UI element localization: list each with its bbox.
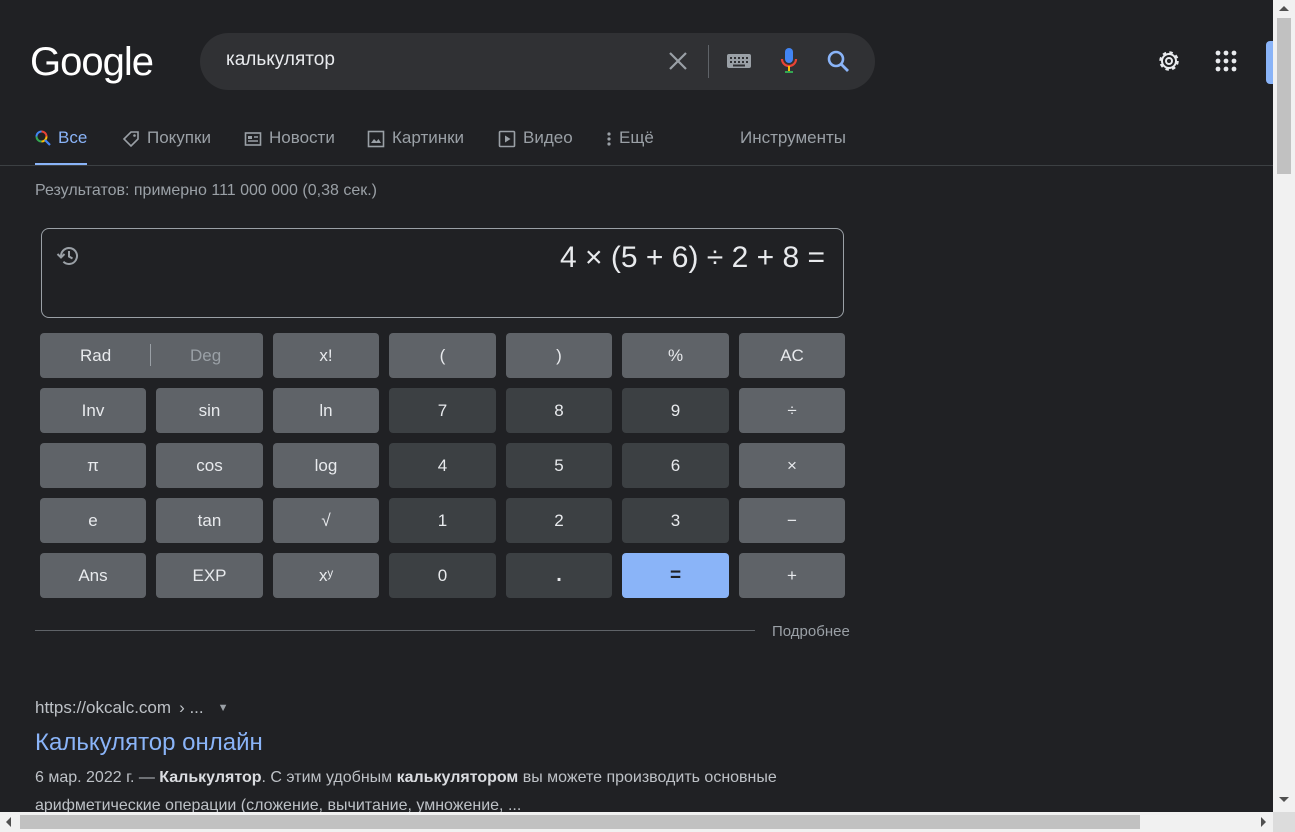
microphone-icon[interactable] — [775, 47, 803, 75]
google-logo[interactable]: Google — [30, 40, 154, 85]
vertical-scrollbar[interactable] — [1273, 0, 1295, 812]
tab-label: Новости — [269, 128, 335, 147]
tab-label: Инструменты — [740, 128, 847, 147]
result-date: 6 мар. 2022 г. — — [35, 769, 155, 786]
tab-all[interactable]: Все — [35, 118, 88, 166]
digit-4-key[interactable]: 4 — [389, 443, 496, 488]
news-icon — [244, 132, 262, 146]
scroll-right-arrow-icon[interactable] — [1261, 817, 1266, 827]
left-paren-key[interactable]: ( — [389, 333, 496, 378]
sin-key[interactable]: sin — [156, 388, 263, 433]
right-paren-key[interactable]: ) — [506, 333, 612, 378]
angle-mode-toggle[interactable]: Rad Deg — [40, 333, 263, 378]
calculator-display: 4 × (5 + 6) ÷ 2 + 8 = — [41, 228, 844, 318]
horizontal-scrollbar[interactable] — [0, 812, 1273, 832]
multiply-key[interactable]: × — [739, 443, 845, 488]
exp-key[interactable]: EXP — [156, 553, 263, 598]
tag-icon — [122, 131, 139, 148]
tab-label: Все — [58, 128, 88, 147]
result-url-text: https://okcalc.com — [35, 698, 172, 717]
scroll-left-arrow-icon[interactable] — [6, 817, 11, 827]
rad-button[interactable]: Rad — [80, 346, 111, 366]
ln-key[interactable]: ln — [273, 388, 379, 433]
search-input[interactable]: калькулятор — [226, 49, 335, 71]
scroll-down-arrow-icon[interactable] — [1279, 797, 1289, 802]
result-stats: Результатов: примерно 111 000 000 (0,38 … — [35, 182, 377, 199]
digit-7-key[interactable]: 7 — [389, 388, 496, 433]
caret-down-icon[interactable]: ▼ — [218, 702, 229, 714]
search-separator — [708, 45, 709, 78]
search-box[interactable]: калькулятор — [200, 33, 875, 90]
apps-grid-icon[interactable] — [1209, 44, 1243, 78]
tan-key[interactable]: tan — [156, 498, 263, 543]
tab-more[interactable]: Ещё — [606, 118, 654, 166]
calculator-expression: 4 × (5 + 6) ÷ 2 + 8 = — [560, 241, 825, 274]
cos-key[interactable]: cos — [156, 443, 263, 488]
power-key[interactable]: xʸ — [273, 553, 379, 598]
tab-video[interactable]: Видео — [498, 118, 573, 166]
clear-icon[interactable] — [664, 47, 692, 75]
log-key[interactable]: log — [273, 443, 379, 488]
deg-button[interactable]: Deg — [190, 346, 221, 366]
digit-9-key[interactable]: 9 — [622, 388, 729, 433]
tab-label: Картинки — [392, 128, 465, 147]
sqrt-key[interactable]: √ — [273, 498, 379, 543]
factorial-key[interactable]: x! — [273, 333, 379, 378]
horizontal-scroll-thumb[interactable] — [20, 815, 1140, 829]
divide-key[interactable]: ÷ — [739, 388, 845, 433]
digit-2-key[interactable]: 2 — [506, 498, 612, 543]
keyboard-icon[interactable] — [725, 47, 753, 75]
euler-key[interactable]: e — [40, 498, 146, 543]
digit-0-key[interactable]: 0 — [389, 553, 496, 598]
digit-8-key[interactable]: 8 — [506, 388, 612, 433]
image-icon — [367, 130, 385, 148]
scrollbar-corner — [1273, 812, 1295, 832]
tab-label: Покупки — [147, 128, 211, 147]
history-icon[interactable] — [56, 243, 82, 269]
all-clear-key[interactable]: AC — [739, 333, 845, 378]
more-divider — [35, 630, 755, 631]
pi-key[interactable]: π — [40, 443, 146, 488]
minus-key[interactable]: − — [739, 498, 845, 543]
digit-6-key[interactable]: 6 — [622, 443, 729, 488]
more-vert-icon — [607, 132, 611, 146]
tab-label: Видео — [523, 128, 573, 147]
plus-key[interactable]: + — [739, 553, 845, 598]
snippet-text: . С этим удобным — [261, 769, 397, 786]
result-url[interactable]: https://okcalc.com › ... ▼ — [35, 698, 229, 718]
percent-key[interactable]: % — [622, 333, 729, 378]
vertical-scroll-thumb[interactable] — [1277, 18, 1291, 174]
search-icon[interactable] — [824, 47, 852, 75]
tab-news[interactable]: Новости — [244, 118, 335, 166]
snippet-bold: калькулятором — [396, 769, 519, 786]
equals-key[interactable]: = — [622, 553, 729, 598]
snippet-bold: Калькулятор — [159, 769, 262, 786]
digit-1-key[interactable]: 1 — [389, 498, 496, 543]
tab-images[interactable]: Картинки — [367, 118, 464, 166]
result-title[interactable]: Калькулятор онлайн — [35, 729, 263, 757]
digit-5-key[interactable]: 5 — [506, 443, 612, 488]
settings-gear-icon[interactable] — [1152, 44, 1186, 78]
result-breadcrumb: › ... — [179, 698, 204, 717]
mode-separator — [150, 344, 151, 366]
search-multicolor-icon — [35, 130, 51, 146]
more-info-link[interactable]: Подробнее — [772, 623, 850, 640]
tab-label: Ещё — [619, 128, 654, 147]
decimal-point-key[interactable]: . — [506, 553, 612, 598]
inverse-key[interactable]: Inv — [40, 388, 146, 433]
answer-key[interactable]: Ans — [40, 553, 146, 598]
tabs-divider — [0, 165, 1273, 166]
play-icon — [498, 130, 516, 148]
scroll-up-arrow-icon[interactable] — [1279, 6, 1289, 11]
digit-3-key[interactable]: 3 — [622, 498, 729, 543]
tab-tools[interactable]: Инструменты — [740, 118, 846, 166]
tab-shopping[interactable]: Покупки — [122, 118, 211, 166]
